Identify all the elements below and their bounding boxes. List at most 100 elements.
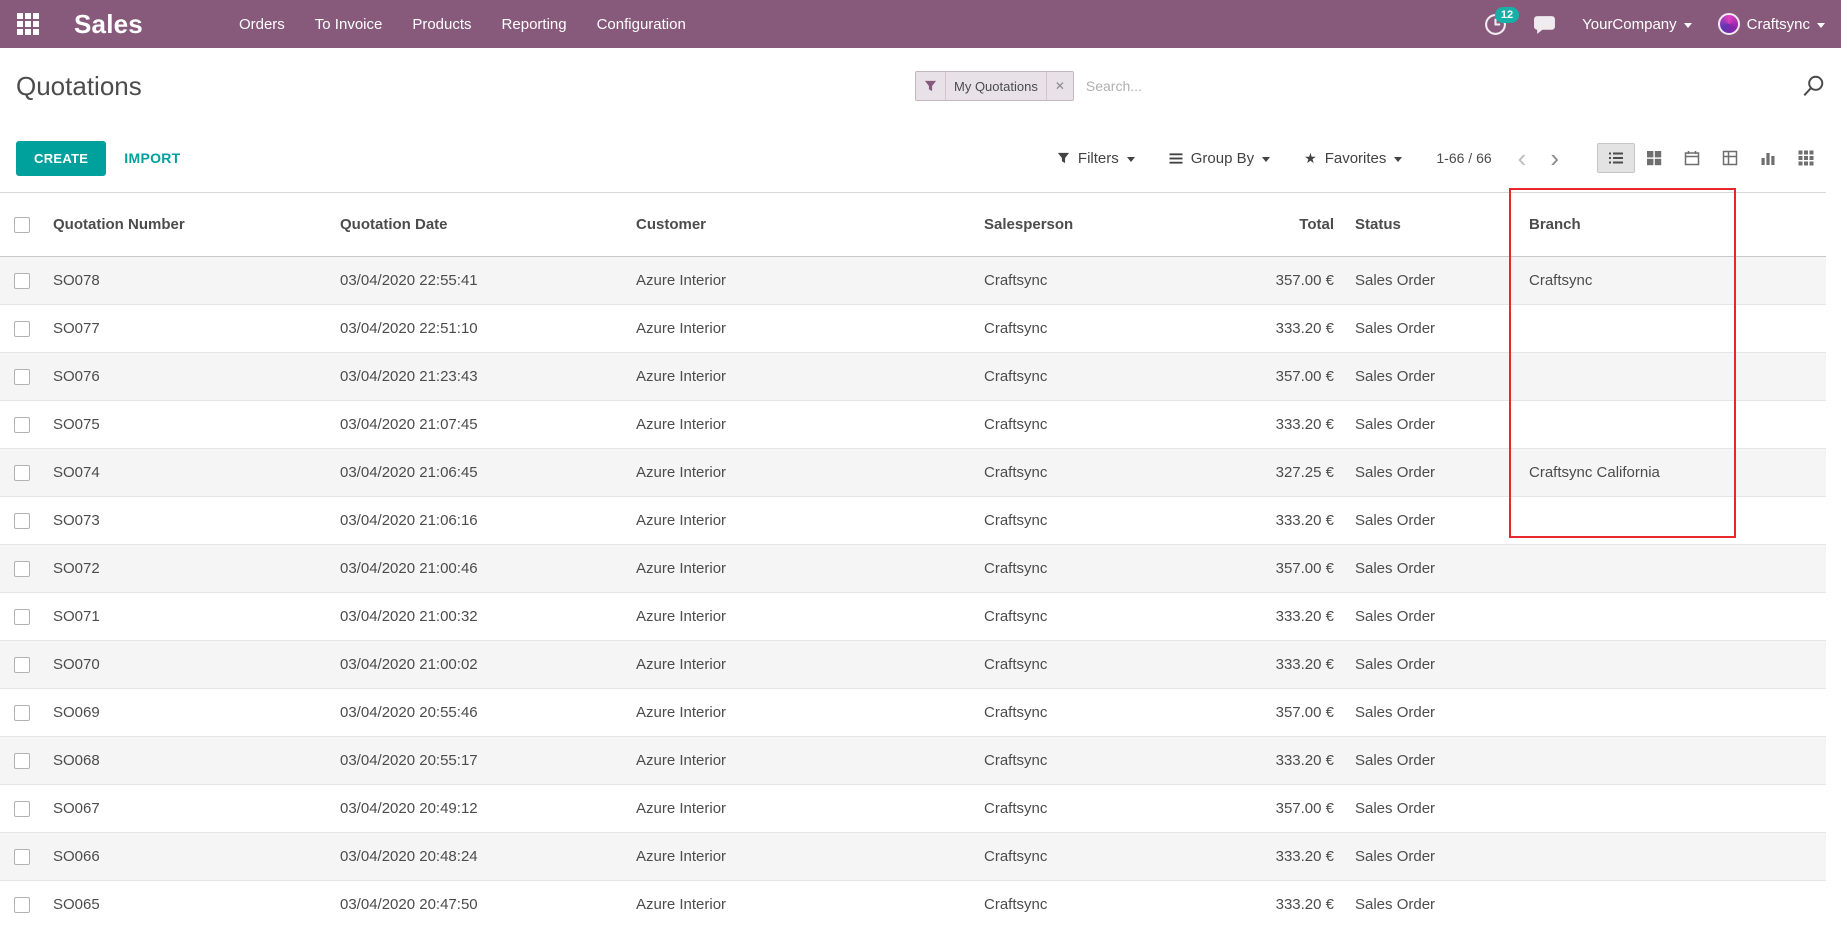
table-row[interactable]: SO075 03/04/2020 21:07:45 Azure Interior…: [0, 401, 1826, 449]
messages-chat-icon[interactable]: [1533, 13, 1556, 36]
cell-quotation-date: 03/04/2020 21:00:46: [332, 545, 628, 593]
table-row[interactable]: SO069 03/04/2020 20:55:46 Azure Interior…: [0, 689, 1826, 737]
row-checkbox[interactable]: [14, 513, 30, 529]
menu-item-to-invoice[interactable]: To Invoice: [315, 16, 383, 33]
menu-item-products[interactable]: Products: [412, 16, 471, 33]
cell-status: Sales Order: [1346, 785, 1521, 833]
view-switcher: [1597, 143, 1825, 173]
cell-customer: Azure Interior: [628, 401, 976, 449]
cell-status: Sales Order: [1346, 305, 1521, 353]
row-checkbox[interactable]: [14, 849, 30, 865]
chevron-down-icon: [1817, 23, 1825, 28]
column-header-quotation-number[interactable]: Quotation Number: [45, 193, 332, 257]
table-row[interactable]: SO074 03/04/2020 21:06:45 Azure Interior…: [0, 449, 1826, 497]
menu-item-configuration[interactable]: Configuration: [597, 16, 686, 33]
cell-customer: Azure Interior: [628, 641, 976, 689]
filter-funnel-icon: [916, 72, 946, 100]
cell-salesperson: Craftsync: [976, 305, 1176, 353]
cell-quotation-date: 03/04/2020 20:48:24: [332, 833, 628, 881]
group-by-dropdown[interactable]: Group By: [1169, 150, 1270, 167]
kanban-view-icon[interactable]: [1635, 143, 1673, 173]
apps-menu-icon[interactable]: [16, 12, 40, 36]
chevron-down-icon: [1394, 157, 1402, 162]
filters-label: Filters: [1078, 150, 1119, 167]
import-button[interactable]: IMPORT: [124, 150, 180, 166]
menu-item-reporting[interactable]: Reporting: [502, 16, 567, 33]
cell-branch: [1521, 353, 1826, 401]
table-row[interactable]: SO068 03/04/2020 20:55:17 Azure Interior…: [0, 737, 1826, 785]
row-checkbox[interactable]: [14, 801, 30, 817]
row-checkbox[interactable]: [14, 657, 30, 673]
table-row[interactable]: SO077 03/04/2020 22:51:10 Azure Interior…: [0, 305, 1826, 353]
table-row[interactable]: SO078 03/04/2020 22:55:41 Azure Interior…: [0, 257, 1826, 305]
user-menu[interactable]: Craftsync: [1718, 13, 1825, 35]
column-header-total[interactable]: Total: [1176, 193, 1346, 257]
pivot-view-icon[interactable]: [1711, 143, 1749, 173]
table-row[interactable]: SO076 03/04/2020 21:23:43 Azure Interior…: [0, 353, 1826, 401]
create-button[interactable]: CREATE: [16, 141, 106, 176]
menu-item-orders[interactable]: Orders: [239, 16, 285, 33]
graph-view-icon[interactable]: [1749, 143, 1787, 173]
cell-customer: Azure Interior: [628, 305, 976, 353]
table-row[interactable]: SO070 03/04/2020 21:00:02 Azure Interior…: [0, 641, 1826, 689]
table-row[interactable]: SO065 03/04/2020 20:47:50 Azure Interior…: [0, 881, 1826, 929]
cell-status: Sales Order: [1346, 257, 1521, 305]
row-checkbox[interactable]: [14, 897, 30, 913]
row-checkbox[interactable]: [14, 561, 30, 577]
row-checkbox[interactable]: [14, 321, 30, 337]
row-checkbox[interactable]: [14, 465, 30, 481]
search-input[interactable]: [1074, 78, 1801, 94]
list-view-icon[interactable]: [1597, 143, 1635, 173]
column-header-branch[interactable]: Branch: [1521, 193, 1826, 257]
cell-status: Sales Order: [1346, 449, 1521, 497]
cell-customer: Azure Interior: [628, 785, 976, 833]
company-switcher[interactable]: YourCompany: [1582, 16, 1692, 33]
row-checkbox[interactable]: [14, 273, 30, 289]
grid-view-icon[interactable]: [1787, 143, 1825, 173]
cell-branch: Craftsync: [1521, 257, 1826, 305]
table-row[interactable]: SO066 03/04/2020 20:48:24 Azure Interior…: [0, 833, 1826, 881]
search-magnifier-icon[interactable]: [1801, 74, 1825, 98]
cell-quotation-date: 03/04/2020 21:23:43: [332, 353, 628, 401]
column-header-status[interactable]: Status: [1346, 193, 1521, 257]
cell-customer: Azure Interior: [628, 449, 976, 497]
table-row[interactable]: SO067 03/04/2020 20:49:12 Azure Interior…: [0, 785, 1826, 833]
pager-next-icon[interactable]: ›: [1538, 148, 1571, 168]
activities-clock-icon[interactable]: 12: [1484, 13, 1507, 36]
cell-quotation-date: 03/04/2020 20:55:17: [332, 737, 628, 785]
column-header-customer[interactable]: Customer: [628, 193, 976, 257]
search-bar: My Quotations ✕: [915, 71, 1825, 101]
filters-dropdown[interactable]: Filters: [1057, 150, 1135, 167]
pager-previous-icon[interactable]: ‹: [1506, 148, 1539, 168]
favorites-label: Favorites: [1325, 150, 1387, 167]
column-header-quotation-date[interactable]: Quotation Date: [332, 193, 628, 257]
cell-customer: Azure Interior: [628, 545, 976, 593]
cell-customer: Azure Interior: [628, 257, 976, 305]
table-row[interactable]: SO071 03/04/2020 21:00:32 Azure Interior…: [0, 593, 1826, 641]
table-row[interactable]: SO073 03/04/2020 21:06:16 Azure Interior…: [0, 497, 1826, 545]
facet-remove-icon[interactable]: ✕: [1046, 72, 1073, 100]
row-checkbox[interactable]: [14, 705, 30, 721]
select-all-checkbox[interactable]: [14, 217, 30, 233]
favorites-dropdown[interactable]: ★ Favorites: [1304, 150, 1402, 167]
table-row[interactable]: SO072 03/04/2020 21:00:46 Azure Interior…: [0, 545, 1826, 593]
cell-total: 333.20 €: [1176, 881, 1346, 929]
cell-quotation-number: SO076: [45, 353, 332, 401]
cell-total: 357.00 €: [1176, 785, 1346, 833]
row-checkbox[interactable]: [14, 609, 30, 625]
cell-total: 333.20 €: [1176, 641, 1346, 689]
column-header-salesperson[interactable]: Salesperson: [976, 193, 1176, 257]
cell-quotation-number: SO068: [45, 737, 332, 785]
cell-salesperson: Craftsync: [976, 689, 1176, 737]
row-checkbox[interactable]: [14, 753, 30, 769]
calendar-view-icon[interactable]: [1673, 143, 1711, 173]
control-panel-buttons: CREATE IMPORT Filters Group By: [0, 124, 1841, 192]
cell-customer: Azure Interior: [628, 689, 976, 737]
cell-quotation-number: SO071: [45, 593, 332, 641]
row-checkbox[interactable]: [14, 369, 30, 385]
cell-quotation-date: 03/04/2020 21:06:16: [332, 497, 628, 545]
row-checkbox[interactable]: [14, 417, 30, 433]
cell-customer: Azure Interior: [628, 593, 976, 641]
cell-quotation-number: SO078: [45, 257, 332, 305]
cell-total: 333.20 €: [1176, 737, 1346, 785]
